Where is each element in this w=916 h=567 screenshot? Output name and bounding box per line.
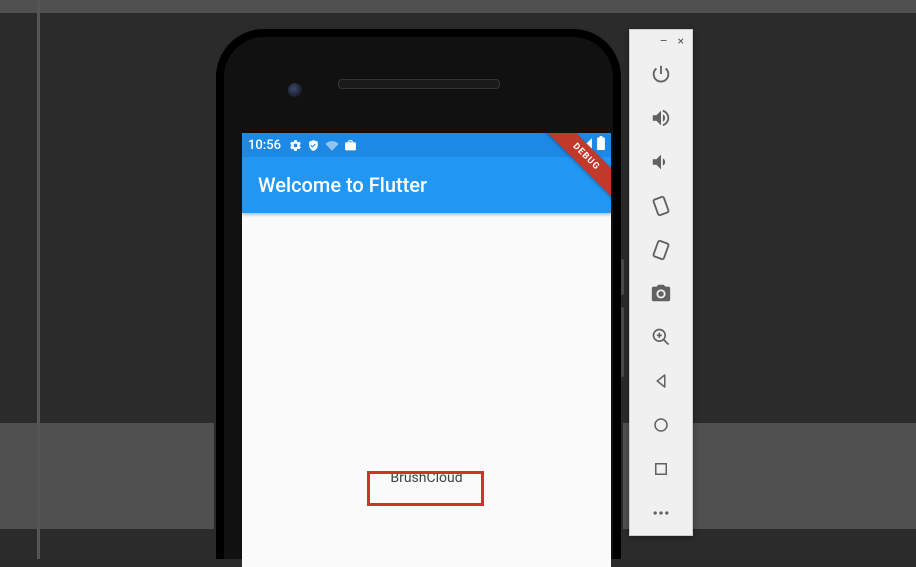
shield-icon xyxy=(307,139,320,152)
status-bar: 10:56 xyxy=(242,133,611,157)
emulator-toolbar: – × xyxy=(629,29,693,536)
status-icons-left xyxy=(289,139,357,152)
toolbar-window-controls: – × xyxy=(630,30,692,52)
volume-down-button[interactable] xyxy=(639,140,683,184)
editor-bg-top xyxy=(0,0,916,13)
briefcase-icon xyxy=(344,139,357,152)
close-button[interactable]: × xyxy=(678,35,684,47)
settings-icon xyxy=(289,139,302,152)
screenshot-button[interactable] xyxy=(639,271,683,315)
battery-icon xyxy=(597,136,605,154)
device-bezel: 10:56 xyxy=(224,37,613,559)
volume-up-button[interactable] xyxy=(639,96,683,140)
device-side-button-2 xyxy=(621,307,624,377)
signal-icon xyxy=(580,137,593,154)
device-camera xyxy=(288,83,302,97)
device-side-button-1 xyxy=(621,259,624,295)
status-clock: 10:56 xyxy=(248,138,281,153)
home-button[interactable] xyxy=(639,403,683,447)
zoom-in-button[interactable] xyxy=(639,315,683,359)
wifi-icon xyxy=(325,139,339,152)
app-bar-title: Welcome to Flutter xyxy=(258,173,427,197)
app-body: BrushCloud xyxy=(242,213,611,567)
power-button[interactable] xyxy=(639,52,683,96)
center-text: BrushCloud xyxy=(368,460,484,496)
rotate-left-button[interactable] xyxy=(639,184,683,228)
rotate-right-button[interactable] xyxy=(639,228,683,272)
app-bar: Welcome to Flutter xyxy=(242,157,611,213)
more-button[interactable] xyxy=(639,491,683,535)
device-screen: 10:56 xyxy=(242,133,611,567)
status-icons-right xyxy=(580,133,605,157)
device-speaker xyxy=(338,79,500,89)
back-button[interactable] xyxy=(639,359,683,403)
overview-button[interactable] xyxy=(639,447,683,491)
minimize-button[interactable]: – xyxy=(660,35,668,47)
editor-gutter xyxy=(37,0,40,559)
device-frame: 10:56 xyxy=(216,29,621,559)
